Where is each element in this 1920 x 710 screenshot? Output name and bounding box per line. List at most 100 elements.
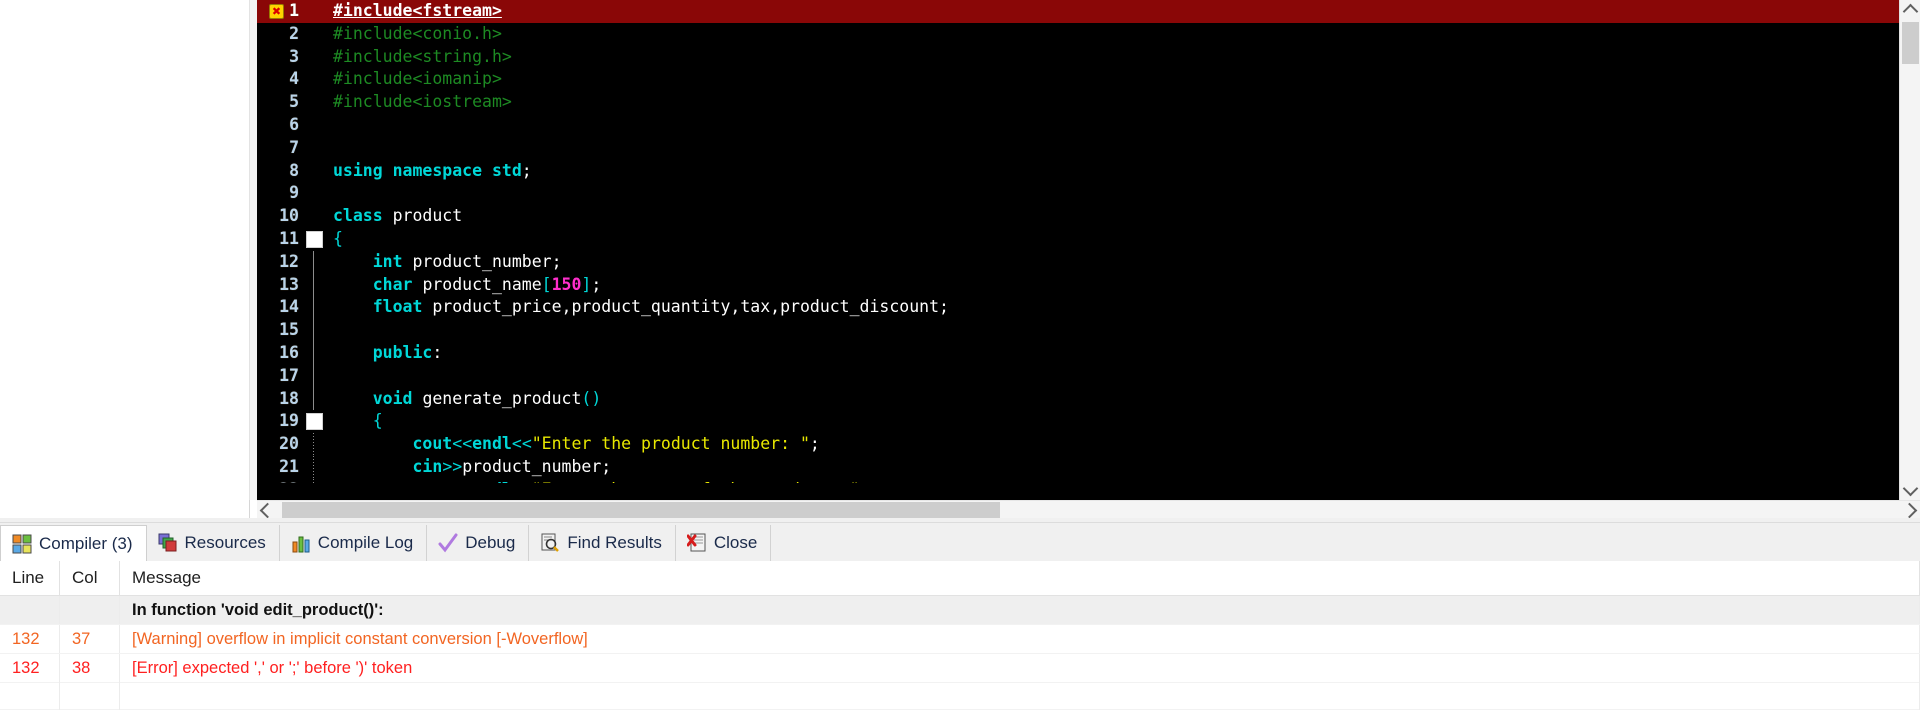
line-number: 11 xyxy=(279,228,299,248)
debug-icon xyxy=(438,533,458,553)
scroll-left-icon[interactable] xyxy=(257,501,276,519)
code-text: #include<iomanip> xyxy=(333,69,502,89)
code-line[interactable]: 22 cout<<endl<<"Enter the name of the pr… xyxy=(257,478,1900,483)
tab-label: Compile Log xyxy=(317,533,414,552)
code-text: #include<iostream> xyxy=(333,92,512,112)
code-line[interactable]: 12 int product_number; xyxy=(257,250,1900,274)
scroll-right-icon[interactable] xyxy=(1901,501,1920,519)
horizontal-scroll-thumb[interactable] xyxy=(282,502,1000,518)
tab-label: Close xyxy=(713,533,758,552)
code-line[interactable]: 8 using namespace std; xyxy=(257,160,1900,183)
bottom-panel-tabbar[interactable]: Compiler (3) Resources Compile Log Debug Fin… xyxy=(0,523,1920,562)
code-line[interactable]: ✖ 1 #include<fstream> xyxy=(257,0,1900,23)
line-number: 18 xyxy=(279,388,299,408)
fold-column xyxy=(303,273,325,297)
line-number: 6 xyxy=(289,114,299,134)
table-row[interactable]: 132 37 [Warning] overflow in implicit cons… xyxy=(0,625,1920,654)
fold-guide-line xyxy=(313,319,314,342)
line-number: 20 xyxy=(279,434,299,454)
code-line[interactable]: 11 { xyxy=(257,228,1900,251)
fold-column xyxy=(303,319,325,342)
code-line[interactable]: 2 #include<conio.h> xyxy=(257,23,1900,46)
code-line[interactable]: 17 xyxy=(257,364,1900,388)
tab-find-results[interactable]: Find Results xyxy=(529,525,676,561)
project-explorer-panel[interactable] xyxy=(0,0,250,518)
fold-column xyxy=(303,114,325,137)
column-header-line[interactable]: Line xyxy=(0,561,60,595)
line-number: 17 xyxy=(279,365,299,385)
fold-column xyxy=(303,387,325,411)
fold-box-icon[interactable] xyxy=(306,413,323,431)
fold-column xyxy=(303,228,325,251)
code-text: class product xyxy=(333,206,463,226)
line-number: 9 xyxy=(289,183,299,203)
fold-column xyxy=(303,341,325,365)
table-row[interactable]: 132 38 [Error] expected ',' or ';' before … xyxy=(0,654,1920,683)
compile-log-icon xyxy=(291,533,311,553)
code-line[interactable]: 4 #include<iomanip> xyxy=(257,68,1900,91)
line-number: 10 xyxy=(279,206,299,226)
code-line[interactable]: 3 #include<string.h> xyxy=(257,46,1900,69)
table-row[interactable] xyxy=(0,682,1920,710)
tab-close[interactable]: Close xyxy=(675,525,772,561)
fold-guide-line xyxy=(313,341,314,365)
fold-column xyxy=(303,364,325,388)
error-marker-icon[interactable]: ✖ xyxy=(269,4,284,19)
column-header-message[interactable]: Message xyxy=(120,561,1920,595)
code-line[interactable]: 13 char product_name[150]; xyxy=(257,273,1900,297)
line-number: 22 xyxy=(257,479,303,483)
vertical-scroll-thumb[interactable] xyxy=(1902,22,1919,64)
line-number: 5 xyxy=(289,92,299,112)
bottom-panel: Compiler (3) Resources Compile Log Debug Fin… xyxy=(0,522,1920,710)
code-line[interactable]: 21 cin>>product_number; xyxy=(257,455,1900,479)
code-text: { xyxy=(372,411,383,431)
fold-column xyxy=(303,433,325,456)
tab-compiler-3[interactable]: Compiler (3) xyxy=(0,525,147,562)
tab-resources[interactable]: Resources xyxy=(146,525,280,561)
code-line[interactable]: 18 void generate_product() xyxy=(257,387,1900,411)
fold-column xyxy=(303,410,325,433)
code-text: int product_number; xyxy=(372,251,562,271)
compiler-messages-table: Line Col Message In function 'void edit_pr… xyxy=(0,561,1920,710)
code-editor[interactable]: ✖ 1 #include<fstream> 2 #include<conio.h> 3 #i… xyxy=(257,0,1900,483)
fold-column xyxy=(303,182,325,205)
fold-guide-line xyxy=(313,387,314,411)
fold-column xyxy=(303,0,325,23)
line-number: 13 xyxy=(279,274,299,294)
tab-debug[interactable]: Debug xyxy=(427,525,530,561)
code-text: #include<conio.h> xyxy=(333,23,502,43)
fold-box-icon[interactable] xyxy=(306,230,323,248)
devcpp-window: ✖ 1 #include<fstream> 2 #include<conio.h> 3 #i… xyxy=(0,0,1920,710)
tab-compile-log[interactable]: Compile Log xyxy=(279,525,428,561)
line-number: 7 xyxy=(289,137,299,157)
code-line[interactable]: 9 xyxy=(257,182,1900,205)
cell-col xyxy=(60,682,120,710)
code-line[interactable]: 15 xyxy=(257,319,1900,342)
tab-label: Find Results xyxy=(567,533,662,552)
editor-horizontal-scrollbar[interactable] xyxy=(257,500,1920,519)
fold-guide-dotted xyxy=(313,433,314,456)
code-line[interactable]: 14 float product_price,product_quantity,… xyxy=(257,296,1900,320)
code-line[interactable]: 7 xyxy=(257,137,1900,160)
code-line[interactable]: 10 class product xyxy=(257,205,1900,228)
code-line[interactable]: 6 xyxy=(257,114,1900,137)
code-line[interactable]: 19 { xyxy=(257,410,1900,433)
code-line[interactable]: 20 cout<<endl<<"Enter the product number… xyxy=(257,433,1900,456)
line-number: 8 xyxy=(289,160,299,180)
code-line[interactable]: 16 public: xyxy=(257,341,1900,365)
cell-line xyxy=(0,682,60,710)
code-text: float product_price,product_quantity,tax… xyxy=(372,297,949,317)
editor-vertical-scrollbar[interactable] xyxy=(1899,0,1920,500)
cell-message xyxy=(120,682,1920,710)
tab-label: Resources xyxy=(184,533,266,552)
code-line[interactable]: 5 #include<iostream> xyxy=(257,91,1900,114)
code-text: cout<<endl<<"Enter the product number: "… xyxy=(412,434,820,454)
fold-column xyxy=(303,68,325,91)
table-row[interactable]: In function 'void edit_product()': xyxy=(0,596,1920,625)
code-text: using namespace std; xyxy=(333,160,532,180)
scroll-up-icon[interactable] xyxy=(1900,0,1920,20)
scroll-down-icon[interactable] xyxy=(1900,480,1920,500)
find-results-icon xyxy=(540,533,560,553)
editor-region: ✖ 1 #include<fstream> 2 #include<conio.h> 3 #i… xyxy=(0,0,1920,519)
column-header-col[interactable]: Col xyxy=(60,561,120,595)
